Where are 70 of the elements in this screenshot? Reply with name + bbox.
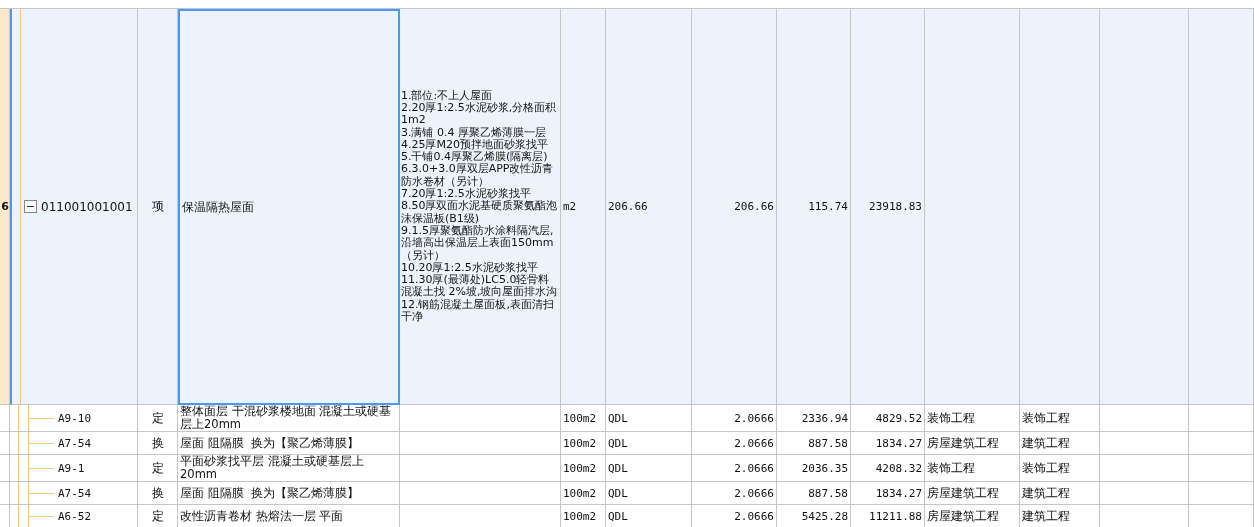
empty-cell: [1189, 482, 1254, 505]
quantity-text: 206.66: [734, 200, 774, 213]
quantity-text: 2.0666: [734, 486, 774, 500]
discipline-text: 装饰工程: [1022, 460, 1070, 476]
category-text: 房屋建筑工程: [927, 485, 999, 501]
item-code: A9-1: [58, 461, 85, 475]
unit-text: 100m2: [563, 411, 597, 425]
item-type: 定: [151, 460, 164, 476]
tree-connector: [18, 405, 56, 431]
item-name: 屋面 阻隔膜 换为【聚乙烯薄膜】: [180, 486, 359, 500]
item-type: 定: [151, 508, 164, 524]
category-text: 房屋建筑工程: [927, 435, 999, 451]
expression-text: QDL: [608, 411, 628, 425]
unit-text: 100m2: [563, 461, 597, 475]
price-text: 887.58: [808, 436, 848, 450]
row-number: 6: [1, 200, 9, 213]
item-code: A7-54: [58, 486, 92, 500]
quantity-text: 2.0666: [734, 461, 774, 475]
price-text: 2336.94: [801, 411, 848, 425]
tree-connector: [18, 482, 56, 504]
tree-connector: [18, 432, 56, 454]
quantity-text: 2.0666: [734, 436, 774, 450]
category-text: 装饰工程: [927, 410, 975, 426]
expression-text: QDL: [608, 509, 628, 523]
tree-connector: [18, 505, 56, 527]
item-name: 平面砂浆找平层 混凝土或硬基层上20mm: [180, 455, 365, 481]
unit-text: 100m2: [563, 436, 597, 450]
price-text: 5425.28: [801, 509, 848, 523]
item-name: 改性沥青卷材 热熔法一层 平面: [180, 509, 344, 523]
tree-connector: [18, 455, 56, 481]
price-text: 887.58: [808, 486, 848, 500]
discipline-text: 建筑工程: [1022, 485, 1070, 501]
item-type: 定: [151, 410, 164, 426]
category-text: 装饰工程: [927, 460, 975, 476]
total-text: 4208.32: [875, 461, 922, 475]
discipline-text: 建筑工程: [1022, 508, 1070, 524]
empty-cell: [1189, 405, 1254, 432]
unit-text: 100m2: [563, 509, 597, 523]
quantity-text: 2.0666: [734, 411, 774, 425]
item-type: 项: [151, 198, 164, 215]
quantity-text: 2.0666: [734, 509, 774, 523]
expression-text: 206.66: [608, 200, 648, 213]
total-text: 11211.88: [869, 509, 922, 523]
item-code: A7-54: [58, 436, 92, 450]
item-type: 换: [151, 435, 164, 451]
total-text: 23918.83: [869, 200, 922, 213]
total-text: 4829.52: [875, 411, 922, 425]
item-code: 011001001001: [41, 199, 133, 214]
item-name: 整体面层 干混砂浆楼地面 混凝土或硬基层上20mm: [180, 405, 393, 431]
collapse-icon[interactable]: [24, 200, 37, 213]
item-type: 换: [151, 485, 164, 501]
discipline-text: 装饰工程: [1022, 410, 1070, 426]
total-text: 1834.27: [875, 486, 922, 500]
total-text: 1834.27: [875, 436, 922, 450]
item-code: A6-52: [58, 509, 92, 523]
unit-text: 100m2: [563, 486, 597, 500]
item-name: 屋面 阻隔膜 换为【聚乙烯薄膜】: [180, 436, 359, 450]
item-code: A9-10: [58, 411, 92, 425]
expression-text: QDL: [608, 486, 628, 500]
empty-cell: [1189, 455, 1254, 482]
unit-text: m2: [563, 200, 577, 213]
discipline-text: 建筑工程: [1022, 435, 1070, 451]
category-text: 房屋建筑工程: [927, 508, 999, 524]
empty-cell: [1189, 432, 1254, 455]
price-text: 115.74: [808, 200, 848, 213]
price-text: 2036.35: [801, 461, 848, 475]
item-description: 1.部位:不上人屋面 2.20厚1:2.5水泥砂浆,分格面积 1m2 3.满铺 0.4 厚聚乙烯薄膜一层 4.25厚M20预拌地面砂浆找平 5.干铺0.4厚聚乙烯膜(隔离层) 6.3.0+3.0厚双层APP改性沥青防水卷材（另计） 7.20厚1:2.5水泥砂浆找平 8.50厚双面水泥基硬质聚氨酯泡沫保温板(B1级) 9.1.5厚聚氨酯防水涂料隔汽层,沿墙高出保温层上表面150mm（另计） 10.20厚1:2.5水泥砂浆找平 11.30厚(最薄处)LC5.0轻骨料混凝土找 2%坡,坡向屋面排水沟 12.钢筋混凝土屋面板,表面清扫干净: [401, 89, 559, 324]
expression-text: QDL: [608, 461, 628, 475]
item-name: 保温隔热屋面: [182, 200, 254, 214]
expression-text: QDL: [608, 436, 628, 450]
